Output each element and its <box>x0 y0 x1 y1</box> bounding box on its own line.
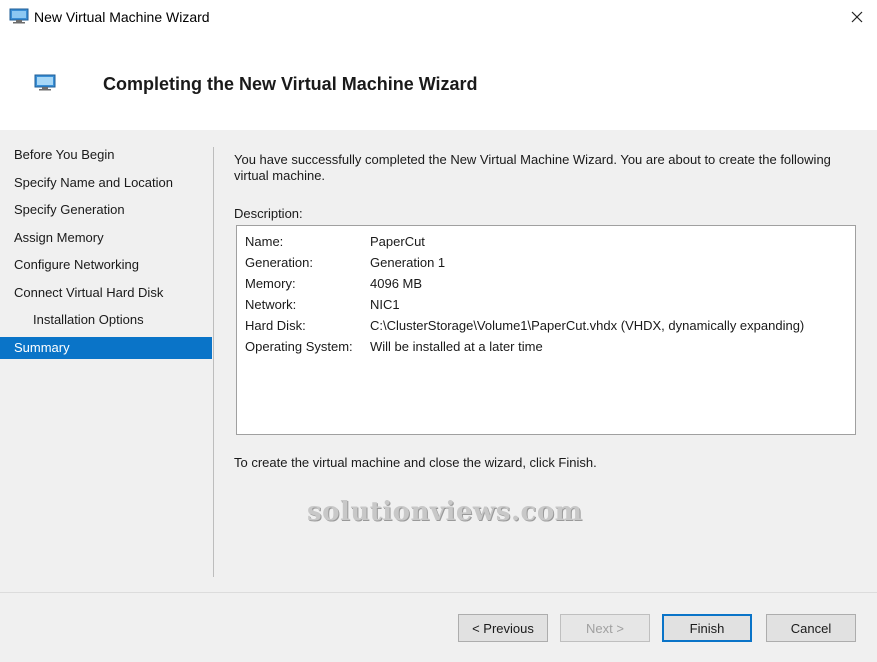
window-title: New Virtual Machine Wizard <box>34 9 210 25</box>
nav-item-installation-options[interactable]: Installation Options <box>0 309 212 331</box>
description-label: Description: <box>234 206 303 221</box>
description-key: Memory: <box>245 276 296 291</box>
description-value: PaperCut <box>370 234 425 249</box>
previous-button[interactable]: < Previous <box>458 614 548 642</box>
description-key: Operating System: <box>245 339 353 354</box>
summary-content: You have successfully completed the New … <box>234 152 854 221</box>
nav-item-before-you-begin[interactable]: Before You Begin <box>0 144 212 166</box>
nav-item-specify-name-and-location[interactable]: Specify Name and Location <box>0 172 212 194</box>
virtual-machine-icon <box>34 74 56 91</box>
close-icon <box>851 11 862 23</box>
nav-item-summary[interactable]: Summary <box>0 336 212 359</box>
nav-item-configure-networking[interactable]: Configure Networking <box>0 254 212 276</box>
description-key: Hard Disk: <box>245 318 306 333</box>
description-key: Name: <box>245 234 284 249</box>
cancel-button[interactable]: Cancel <box>766 614 856 642</box>
description-key: Generation: <box>245 255 313 270</box>
description-value: Will be installed at a later time <box>370 339 543 354</box>
description-box[interactable]: Name: PaperCut Generation: Generation 1 … <box>236 225 856 435</box>
next-button[interactable]: Next > <box>560 614 650 642</box>
button-bar-divider <box>0 592 877 593</box>
description-value: C:\ClusterStorage\Volume1\PaperCut.vhdx … <box>370 318 805 333</box>
virtual-machine-icon <box>9 8 29 24</box>
description-value: 4096 MB <box>370 276 423 291</box>
wizard-header: Completing the New Virtual Machine Wizar… <box>0 34 877 130</box>
nav-item-assign-memory[interactable]: Assign Memory <box>0 227 212 249</box>
description-value: NIC1 <box>370 297 400 312</box>
finish-instructions: To create the virtual machine and close … <box>234 455 597 470</box>
description-key: Network: <box>245 297 297 312</box>
description-row: Name: PaperCut <box>245 231 847 252</box>
watermark: solutionviews.com <box>307 497 583 527</box>
description-value: Generation 1 <box>370 255 446 270</box>
close-button[interactable] <box>836 0 877 34</box>
page-title: Completing the New Virtual Machine Wizar… <box>103 74 478 94</box>
wizard-body: Before You Begin Specify Name and Locati… <box>0 130 877 662</box>
description-row: Generation: Generation 1 <box>245 252 847 273</box>
description-row: Memory: 4096 MB <box>245 273 847 294</box>
nav-item-connect-virtual-hard-disk[interactable]: Connect Virtual Hard Disk <box>0 282 212 304</box>
description-row: Operating System: Will be installed at a… <box>245 336 847 357</box>
title-bar: New Virtual Machine Wizard <box>0 0 877 34</box>
description-row: Hard Disk: C:\ClusterStorage\Volume1\Pap… <box>245 315 847 336</box>
nav-item-specify-generation[interactable]: Specify Generation <box>0 199 212 221</box>
wizard-steps-nav: Before You Begin Specify Name and Locati… <box>0 144 212 364</box>
finish-button[interactable]: Finish <box>662 614 752 642</box>
description-row: Network: NIC1 <box>245 294 847 315</box>
intro-text: You have successfully completed the New … <box>234 152 831 183</box>
nav-divider <box>213 147 214 577</box>
